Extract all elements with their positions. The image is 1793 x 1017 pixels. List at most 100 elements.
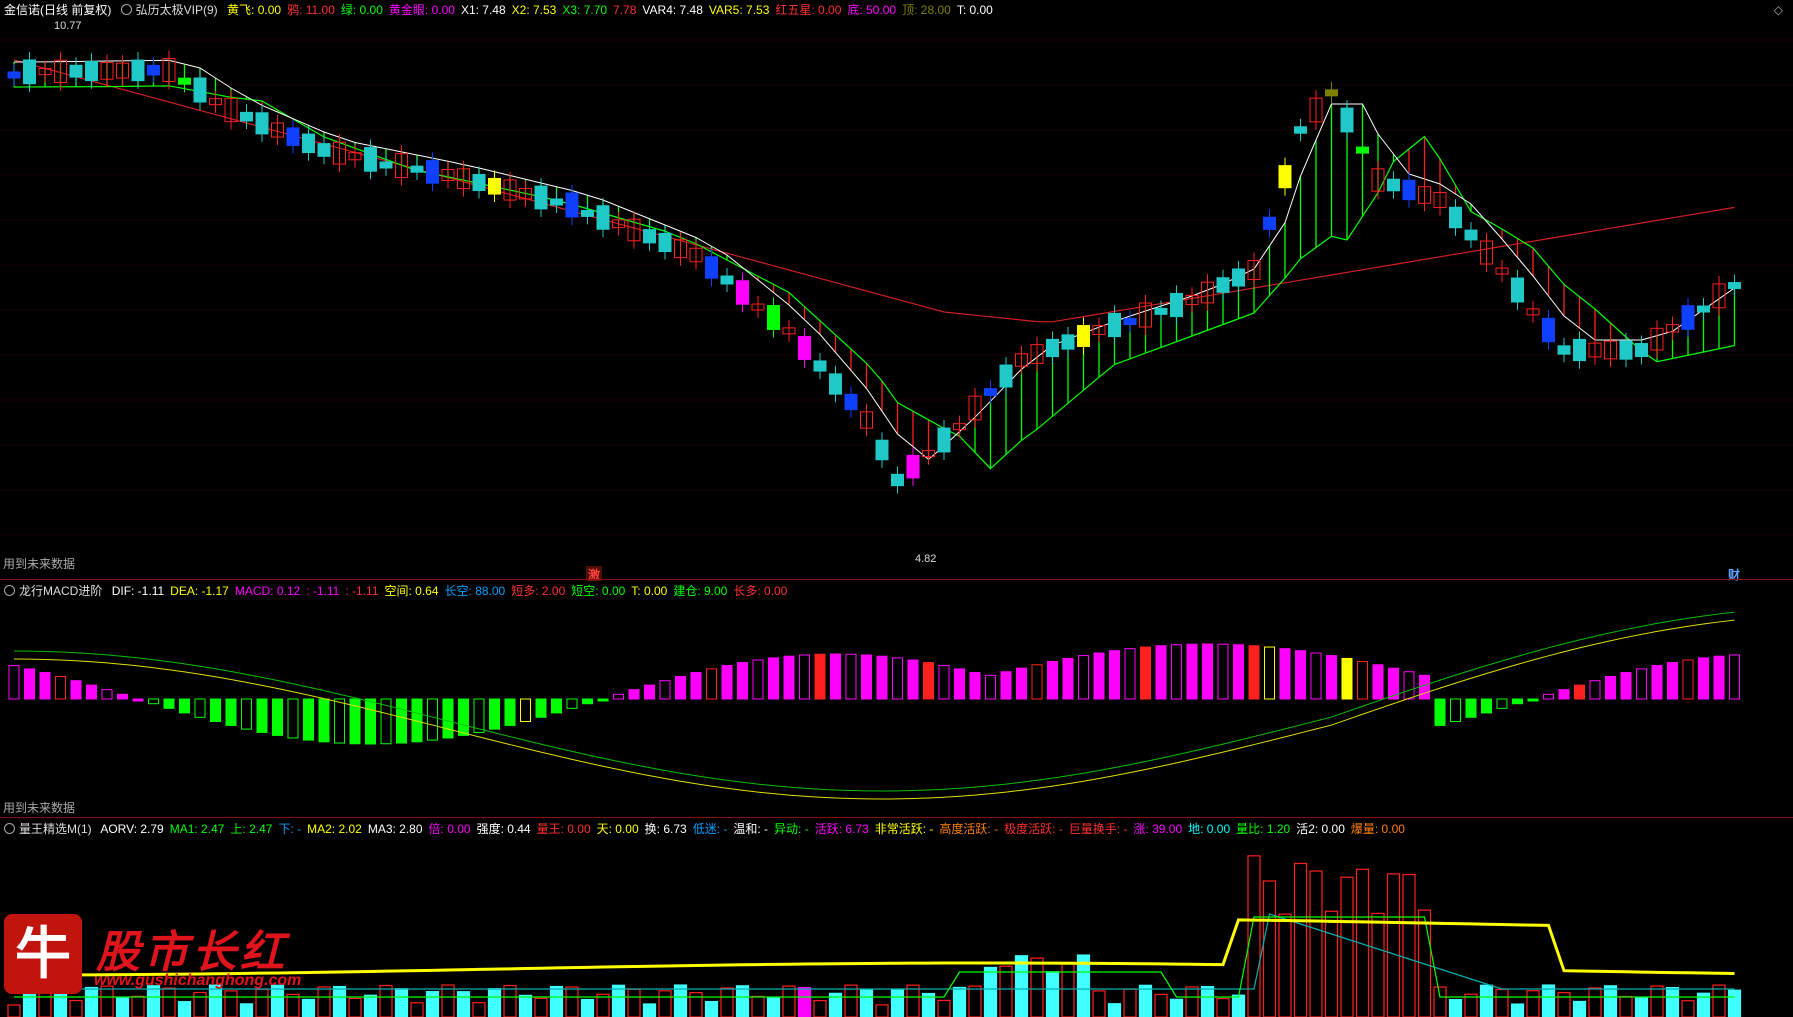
- main-field-0: 黄飞: 0.00: [227, 3, 282, 17]
- ma-red-line: [13, 59, 1735, 323]
- volume-bar: [394, 988, 409, 1017]
- macd-field-2: MACD: 0.12: [234, 584, 301, 598]
- macd-bar: [1295, 650, 1306, 700]
- macd-bar: [241, 698, 252, 730]
- macd-bar: [566, 698, 578, 709]
- candle-body: [1542, 317, 1555, 343]
- candle-body: [1681, 305, 1695, 330]
- macd-bar: [24, 668, 35, 700]
- volume-bar: [611, 984, 626, 1017]
- vol-field-1: MA1: 2.47: [169, 822, 225, 836]
- macd-bar: [969, 672, 981, 700]
- indicator-toggle-icon[interactable]: [120, 4, 132, 15]
- macd-bar: [148, 698, 159, 705]
- macd-bar: [101, 689, 113, 700]
- macd-bar: [1465, 698, 1477, 718]
- candle-body: [1046, 338, 1059, 358]
- main-field-10: 红五星: 0.00: [775, 3, 842, 17]
- candle-body: [891, 473, 904, 487]
- volume-bar: [875, 1004, 889, 1017]
- volume-indicator-name[interactable]: 量王精选M(1): [19, 822, 92, 836]
- main-field-4: X1: 7.48: [460, 3, 506, 17]
- panel-divider[interactable]: [0, 579, 1793, 580]
- macd-bar: [256, 698, 268, 733]
- volume-bar: [565, 986, 579, 1017]
- macd-bar: [225, 698, 237, 726]
- volume-bar: [1262, 880, 1277, 1017]
- vol-field-15: 非常活跃: -: [874, 822, 934, 836]
- volume-bar: [1107, 1003, 1122, 1017]
- macd-bar: [706, 668, 717, 700]
- candle-body: [1464, 229, 1478, 241]
- candle-body: [736, 280, 749, 305]
- macd-bar: [132, 698, 144, 702]
- candle-body: [1557, 345, 1571, 355]
- candle-body: [829, 373, 842, 395]
- volume-bar: [735, 985, 750, 1017]
- macd-field-6: 长空: 88.00: [444, 584, 506, 598]
- macd-bar: [70, 680, 82, 700]
- candle-body: [813, 360, 827, 372]
- volume-bar: [658, 990, 672, 1017]
- candlestick-chart[interactable]: [0, 0, 1793, 578]
- macd-bar: [721, 665, 733, 700]
- candle-body: [410, 165, 424, 173]
- candle-body: [720, 275, 734, 285]
- candle-body: [999, 364, 1013, 388]
- macd-bar: [783, 655, 795, 700]
- candle-body: [1449, 206, 1462, 229]
- macd-bar: [613, 693, 624, 700]
- volume-bar: [1588, 987, 1602, 1017]
- macd-bar: [923, 662, 934, 700]
- indicator-toggle-icon[interactable]: [4, 823, 15, 834]
- macd-bar: [1682, 659, 1694, 700]
- candle-body: [426, 160, 439, 184]
- macd-bar: [1729, 654, 1740, 700]
- volume-bar: [1433, 986, 1447, 1017]
- volume-bar: [1634, 996, 1649, 1017]
- macd-bar: [1698, 657, 1709, 700]
- vol-field-21: 量比: 1.20: [1236, 822, 1291, 836]
- macd-chart[interactable]: [0, 581, 1793, 817]
- macd-bar: [1450, 698, 1461, 722]
- main-field-1: 鸦: 11.00: [287, 3, 335, 17]
- price-chart-panel[interactable]: 金信诺(日线 前复权) 弘历太极VIP(9) 黄飞: 0.00 鸦: 11.00 绿…: [0, 0, 1793, 583]
- macd-indicator-name[interactable]: 龙行MACD进阶: [19, 584, 102, 598]
- candle-body: [906, 454, 920, 479]
- macd-bar: [597, 698, 609, 702]
- volume-bar: [503, 984, 517, 1017]
- macd-bar: [1062, 657, 1074, 700]
- candle-body: [286, 127, 300, 146]
- vol-field-11: 低迷: -: [692, 822, 728, 836]
- macd-bar: [1481, 698, 1492, 714]
- macd-bar: [1016, 667, 1027, 700]
- volume-bar: [487, 988, 502, 1017]
- macd-bar: [1434, 698, 1446, 726]
- vol-field-8: 量王: 0.00: [536, 822, 591, 836]
- macd-bar: [1093, 652, 1105, 700]
- vol-field-5: MA3: 2.80: [367, 822, 423, 836]
- candle-body: [937, 427, 951, 453]
- volume-bar: [332, 985, 347, 1017]
- candle-body: [705, 256, 718, 279]
- indicator-toggle-icon[interactable]: [4, 585, 15, 596]
- macd-bar: [1326, 655, 1337, 700]
- volume-bar: [1727, 989, 1742, 1017]
- macd-bar: [39, 672, 51, 700]
- stock-title[interactable]: 金信诺(日线 前复权): [4, 3, 111, 17]
- volume-bar: [952, 986, 967, 1017]
- macd-bar: [659, 680, 671, 700]
- price-indicator-name[interactable]: 弘历太极VIP(9): [136, 3, 218, 17]
- panel-divider[interactable]: [0, 817, 1793, 818]
- macd-bar: [690, 672, 702, 700]
- vol-field-6: 倍: 0.00: [428, 822, 471, 836]
- volume-bar: [1293, 862, 1308, 1017]
- macd-bar: [861, 654, 872, 700]
- macd-bar: [644, 684, 655, 700]
- macd-bar: [582, 698, 593, 705]
- volume-bar: [317, 986, 331, 1017]
- macd-panel[interactable]: 龙行MACD进阶 DIF: -1.11 DEA: -1.17 MACD: 0.12:…: [0, 581, 1793, 817]
- volume-bar: [534, 997, 548, 1017]
- diamond-icon[interactable]: ◇: [1774, 3, 1783, 17]
- macd-bar: [442, 698, 454, 739]
